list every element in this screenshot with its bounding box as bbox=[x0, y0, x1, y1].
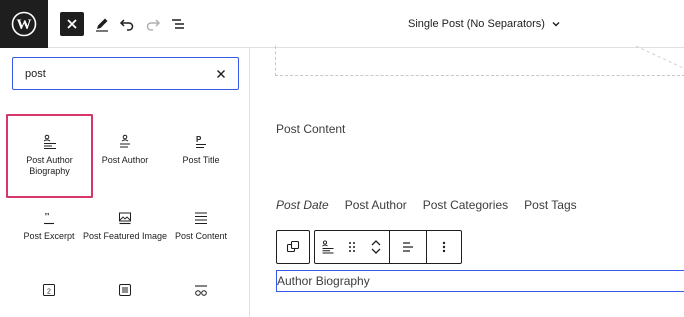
post-content-icon bbox=[195, 212, 207, 225]
close-inserter-button[interactable] bbox=[60, 12, 84, 36]
post-author-icon bbox=[120, 134, 130, 148]
post-categories-block[interactable]: Post Categories bbox=[423, 198, 508, 212]
select-parent-group bbox=[276, 230, 310, 264]
chevron-down-icon[interactable] bbox=[370, 247, 382, 255]
clear-search-icon[interactable] bbox=[216, 69, 226, 79]
block-label: Post Excerpt bbox=[23, 231, 75, 241]
post-navigation-icon bbox=[195, 285, 207, 296]
author-biography-label: Author Biography bbox=[277, 274, 370, 288]
move-buttons[interactable] bbox=[363, 231, 389, 263]
undo-button[interactable] bbox=[115, 12, 139, 36]
block-label: Post Featured Image bbox=[82, 231, 168, 241]
block-post-author-biography[interactable]: Post Author Biography bbox=[6, 114, 93, 198]
block-controls-group bbox=[314, 230, 462, 264]
post-title-icon: P bbox=[196, 135, 206, 149]
post-content-block[interactable]: Post Content bbox=[276, 122, 345, 136]
svg-text:W: W bbox=[17, 17, 32, 33]
block-post-terms[interactable] bbox=[82, 276, 168, 303]
svg-text:": " bbox=[44, 211, 50, 223]
search-input[interactable]: post bbox=[25, 68, 216, 80]
block-post-featured-image[interactable]: Post Featured Image bbox=[82, 204, 168, 242]
chevron-down-icon bbox=[552, 22, 560, 27]
list-view-icon bbox=[172, 19, 184, 29]
block-type-button[interactable] bbox=[315, 231, 341, 263]
chevron-up-icon[interactable] bbox=[370, 239, 382, 247]
redo-button[interactable] bbox=[141, 12, 165, 36]
drag-handle[interactable] bbox=[341, 231, 363, 263]
post-terms-icon bbox=[119, 284, 131, 296]
align-button[interactable] bbox=[390, 231, 426, 263]
post-author-biography-icon bbox=[322, 240, 334, 254]
block-label: Post Content bbox=[174, 231, 228, 241]
pencil-icon bbox=[96, 18, 108, 32]
undo-icon bbox=[119, 19, 134, 31]
more-vertical-icon bbox=[442, 241, 446, 253]
post-excerpt-icon: " bbox=[44, 211, 54, 225]
block-post-title[interactable]: P Post Title bbox=[158, 128, 244, 166]
author-biography-block[interactable]: Author Biography bbox=[276, 270, 684, 292]
document-overview-button[interactable] bbox=[166, 12, 190, 36]
block-label: Post Author Biography bbox=[26, 155, 73, 176]
document-title: Single Post (No Separators) bbox=[408, 18, 545, 30]
editor-header: W Single Post (No Separators) bbox=[0, 0, 684, 48]
svg-text:2: 2 bbox=[47, 289, 51, 296]
post-tags-block[interactable]: Post Tags bbox=[524, 198, 576, 212]
post-date-icon: 2 bbox=[43, 284, 55, 296]
close-icon bbox=[67, 19, 77, 29]
wordpress-icon: W bbox=[11, 11, 37, 37]
block-placeholder[interactable] bbox=[275, 45, 684, 76]
placeholder-diagonal bbox=[635, 45, 684, 69]
block-toolbar bbox=[276, 230, 462, 264]
block-label: Post Author bbox=[101, 155, 149, 165]
post-featured-image-icon bbox=[119, 212, 131, 225]
wordpress-logo-button[interactable]: W bbox=[0, 0, 48, 48]
block-search-field[interactable]: post bbox=[12, 57, 239, 90]
document-title-dropdown[interactable]: Single Post (No Separators) bbox=[408, 13, 561, 35]
select-parent-button[interactable] bbox=[277, 231, 309, 263]
block-post-date[interactable]: 2 bbox=[6, 276, 92, 303]
post-meta-row: Post Date Post Author Post Categories Po… bbox=[276, 198, 577, 212]
block-post-author[interactable]: Post Author bbox=[82, 128, 168, 166]
redo-icon bbox=[146, 19, 161, 31]
tools-button[interactable] bbox=[90, 12, 114, 36]
block-label: Post Title bbox=[182, 155, 220, 165]
editor-canvas: Post Content Post Date Post Author Post … bbox=[251, 45, 684, 317]
post-date-block[interactable]: Post Date bbox=[276, 198, 329, 212]
post-author-block[interactable]: Post Author bbox=[345, 198, 407, 212]
block-post-excerpt[interactable]: " Post Excerpt bbox=[6, 204, 92, 242]
post-author-biography-icon bbox=[43, 134, 56, 150]
block-post-navigation[interactable] bbox=[158, 276, 244, 303]
align-left-icon bbox=[403, 242, 413, 252]
parent-block-icon bbox=[286, 240, 300, 253]
drag-handle-icon bbox=[349, 242, 355, 252]
options-button[interactable] bbox=[427, 231, 461, 263]
svg-text:P: P bbox=[196, 135, 202, 144]
block-inserter-panel: post Post Author Biography Post Author P… bbox=[0, 48, 250, 317]
block-post-content[interactable]: Post Content bbox=[158, 204, 244, 242]
